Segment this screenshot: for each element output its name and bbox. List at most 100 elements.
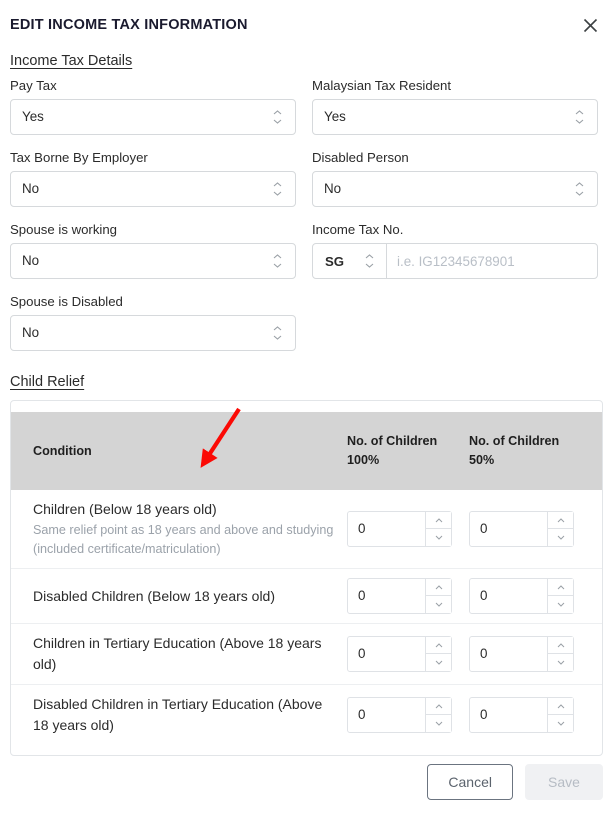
chevron-updown-icon (575, 110, 584, 124)
column-header-children-100: No. of Children 100% (347, 432, 469, 470)
stepper-children-50-value: 0 (480, 646, 488, 661)
chevron-updown-icon (273, 254, 282, 268)
stepper-decrement-icon[interactable] (426, 654, 451, 671)
stepper-decrement-icon[interactable] (548, 654, 573, 671)
label-spouse-is-working: Spouse is working (10, 222, 118, 237)
stepper-decrement-icon[interactable] (426, 596, 451, 613)
cell-children-50: 0 (469, 578, 591, 614)
stepper-increment-icon[interactable] (426, 512, 451, 529)
column-header-condition: Condition (33, 444, 92, 458)
stepper-buttons (425, 698, 451, 732)
stepper-children-50[interactable]: 0 (469, 697, 574, 733)
table-row: Children in Tertiary Education (Above 18… (11, 624, 602, 685)
label-pay-tax: Pay Tax (10, 78, 57, 93)
page-title: EDIT INCOME TAX INFORMATION (10, 17, 248, 33)
stepper-decrement-icon[interactable] (548, 715, 573, 732)
table-row: Disabled Children in Tertiary Education … (11, 685, 602, 745)
field-income-tax-no: Income Tax No. SG (312, 221, 598, 279)
dialog-header: EDIT INCOME TAX INFORMATION (0, 0, 613, 44)
column-header-children-100-line1: No. of Children (347, 434, 438, 448)
select-malaysian-tax-resident[interactable]: Yes (312, 99, 598, 135)
stepper-increment-icon[interactable] (426, 698, 451, 715)
income-tax-form: Pay Tax Yes Malaysian Tax Resident Yes T… (10, 77, 603, 365)
row-condition: Children (Below 18 years old) Same relie… (22, 499, 347, 559)
column-header-children-50-line1: No. of Children (469, 434, 560, 448)
row-condition-title: Disabled Children (Below 18 years old) (33, 587, 276, 604)
chevron-updown-icon (575, 182, 584, 196)
stepper-children-100-value: 0 (358, 588, 366, 603)
select-disabled-person[interactable]: No (312, 171, 598, 207)
stepper-increment-icon[interactable] (426, 579, 451, 596)
stepper-children-100[interactable]: 0 (347, 511, 452, 547)
stepper-decrement-icon[interactable] (426, 529, 451, 546)
stepper-increment-icon[interactable] (426, 637, 451, 654)
stepper-buttons (547, 698, 573, 732)
cell-children-50: 0 (469, 511, 591, 547)
income-tax-no-input[interactable] (387, 244, 597, 278)
field-disabled-person: Disabled Person No (312, 149, 598, 207)
stepper-children-100[interactable]: 0 (347, 697, 452, 733)
save-button[interactable]: Save (525, 764, 603, 800)
stepper-increment-icon[interactable] (548, 579, 573, 596)
close-glyph (583, 18, 597, 32)
row-condition-subtitle: Same relief point as 18 years and above … (33, 523, 334, 556)
select-spouse-is-disabled-value: No (22, 325, 40, 340)
cancel-button[interactable]: Cancel (427, 764, 513, 800)
stepper-decrement-icon[interactable] (548, 529, 573, 546)
stepper-children-50-value: 0 (480, 707, 488, 722)
field-malaysian-tax-resident: Malaysian Tax Resident Yes (312, 77, 598, 135)
stepper-buttons (425, 637, 451, 671)
stepper-decrement-icon[interactable] (426, 715, 451, 732)
stepper-buttons (547, 579, 573, 613)
table-row: Children (Below 18 years old) Same relie… (11, 490, 602, 569)
income-tax-prefix-value: SG (325, 253, 345, 269)
label-income-tax-no: Income Tax No. (312, 222, 404, 237)
cell-children-50: 0 (469, 697, 591, 733)
section-income-tax-details[interactable]: Income Tax Details (10, 52, 132, 71)
label-disabled-person: Disabled Person (312, 150, 409, 165)
dialog-footer: Cancel Save (10, 764, 603, 800)
stepper-increment-icon[interactable] (548, 698, 573, 715)
stepper-children-100-value: 0 (358, 707, 366, 722)
field-spouse-is-disabled: Spouse is Disabled No (10, 293, 296, 351)
row-condition-title: Children (Below 18 years old) (33, 501, 217, 517)
select-pay-tax[interactable]: Yes (10, 99, 296, 135)
select-spouse-is-disabled[interactable]: No (10, 315, 296, 351)
stepper-buttons (547, 637, 573, 671)
select-pay-tax-value: Yes (22, 109, 44, 124)
close-icon[interactable] (579, 14, 601, 36)
section-child-relief[interactable]: Child Relief (10, 373, 84, 392)
label-tax-borne-by-employer: Tax Borne By Employer (10, 150, 148, 165)
stepper-children-50[interactable]: 0 (469, 578, 574, 614)
stepper-children-50[interactable]: 0 (469, 511, 574, 547)
select-tax-borne-by-employer[interactable]: No (10, 171, 296, 207)
stepper-children-50[interactable]: 0 (469, 636, 574, 672)
field-pay-tax: Pay Tax Yes (10, 77, 296, 135)
row-condition-title: Children in Tertiary Education (Above 18… (33, 635, 322, 672)
income-tax-no-group: SG (312, 243, 598, 279)
cell-children-100: 0 (347, 578, 469, 614)
stepper-children-100[interactable]: 0 (347, 578, 452, 614)
column-header-children-50-line2: 50% (469, 453, 495, 467)
stepper-increment-icon[interactable] (548, 512, 573, 529)
stepper-children-50-value: 0 (480, 521, 488, 536)
stepper-buttons (425, 579, 451, 613)
stepper-children-100-value: 0 (358, 646, 366, 661)
select-spouse-is-working[interactable]: No (10, 243, 296, 279)
select-tax-borne-by-employer-value: No (22, 181, 40, 196)
label-malaysian-tax-resident: Malaysian Tax Resident (312, 78, 452, 93)
stepper-increment-icon[interactable] (548, 637, 573, 654)
stepper-children-100-value: 0 (358, 521, 366, 536)
select-income-tax-prefix[interactable]: SG (313, 244, 387, 278)
dialog-body: Income Tax Details Pay Tax Yes Malaysian… (0, 44, 613, 756)
stepper-children-100[interactable]: 0 (347, 636, 452, 672)
edit-income-tax-dialog: EDIT INCOME TAX INFORMATION Income Tax D… (0, 0, 613, 814)
field-tax-borne-by-employer: Tax Borne By Employer No (10, 149, 296, 207)
column-header-children-50: No. of Children 50% (469, 432, 591, 470)
stepper-decrement-icon[interactable] (548, 596, 573, 613)
chevron-updown-icon (273, 110, 282, 124)
row-condition: Disabled Children (Below 18 years old) (22, 586, 347, 607)
table-header-row: Condition No. of Children 100% No. of Ch… (11, 412, 602, 490)
cell-children-100: 0 (347, 636, 469, 672)
select-disabled-person-value: No (324, 181, 342, 196)
